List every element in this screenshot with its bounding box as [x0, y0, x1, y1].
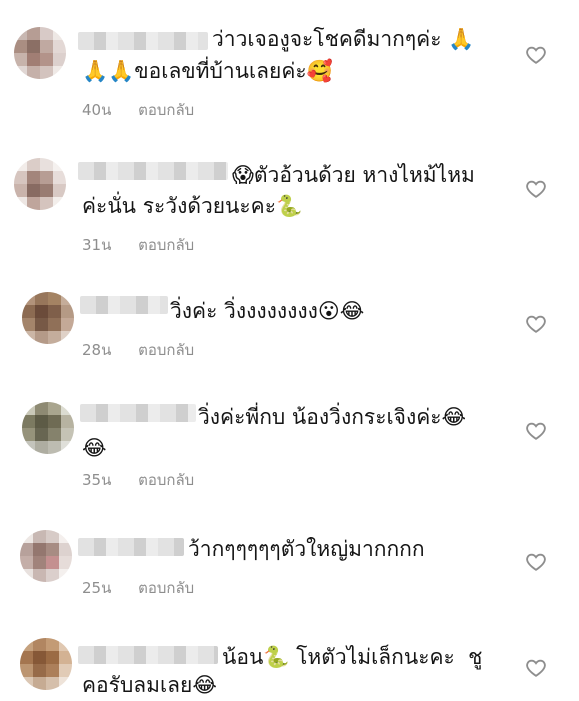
- comment-text: ว้ากๆๆๆๆๆตัวใหญ่มากกกก: [188, 537, 425, 561]
- reply-button[interactable]: ตอบกลับ: [138, 341, 194, 359]
- username-blurred[interactable]: [80, 296, 168, 314]
- avatar[interactable]: [22, 292, 74, 344]
- avatar[interactable]: [22, 402, 74, 454]
- comment-text: ค่ะนั่น ระวังด้วยนะคะ🐍: [82, 194, 303, 218]
- username-blurred[interactable]: [80, 404, 196, 422]
- heart-outline-icon[interactable]: [525, 178, 547, 200]
- comment-time: 35น: [82, 471, 112, 489]
- heart-outline-icon[interactable]: [525, 44, 547, 66]
- comment-text: 🙏🙏ขอเลขที่บ้านเลยค่ะ🥰: [82, 59, 333, 83]
- comment-meta: 28น ตอบกลับ: [82, 338, 194, 362]
- comment-text: 😂: [82, 436, 107, 460]
- username-blurred[interactable]: [78, 646, 218, 664]
- heart-outline-icon[interactable]: [525, 657, 547, 679]
- comment-time: 31น: [82, 236, 112, 254]
- comment-text: วิ่งค่ะ วิ่งงงงงงงง😮😂: [170, 299, 365, 323]
- reply-button[interactable]: ตอบกลับ: [138, 236, 194, 254]
- username-blurred[interactable]: [78, 538, 184, 556]
- avatar[interactable]: [14, 158, 66, 210]
- avatar[interactable]: [14, 27, 66, 79]
- comment-text: คอรับลมเลย😂: [82, 673, 217, 697]
- comment-time: 25น: [82, 579, 112, 597]
- reply-button[interactable]: ตอบกลับ: [138, 101, 194, 119]
- avatar[interactable]: [20, 530, 72, 582]
- comment-meta: 35น ตอบกลับ: [82, 468, 194, 492]
- reply-button[interactable]: ตอบกลับ: [138, 471, 194, 489]
- avatar[interactable]: [20, 638, 72, 690]
- comment-text: 😱ตัวอ้วนด้วย หางไหม้ไหม: [232, 163, 475, 187]
- comment-meta: 40น ตอบกลับ: [82, 98, 194, 122]
- heart-outline-icon[interactable]: [525, 420, 547, 442]
- heart-outline-icon[interactable]: [525, 551, 547, 573]
- comment-text: วิ่งค่ะพี่กบ น้องวิ่งกระเจิงค่ะ😂: [198, 405, 467, 429]
- comment-text: น้อน🐍 โหตัวไม่เล็กนะคะ ชู: [222, 645, 483, 669]
- comment-text: ว่าวเจองูจะโชคดีมากๆค่ะ 🙏: [212, 27, 475, 51]
- comment-time: 40น: [82, 101, 112, 119]
- username-blurred[interactable]: [78, 162, 228, 180]
- comment-time: 28น: [82, 341, 112, 359]
- username-blurred[interactable]: [78, 32, 208, 50]
- comment-meta: 31น ตอบกลับ: [82, 233, 194, 257]
- reply-button[interactable]: ตอบกลับ: [138, 579, 194, 597]
- heart-outline-icon[interactable]: [525, 313, 547, 335]
- comment-meta: 25น ตอบกลับ: [82, 576, 194, 600]
